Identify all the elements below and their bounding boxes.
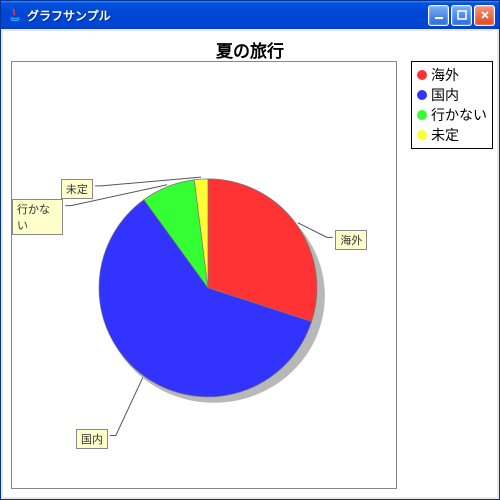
- circle-icon: [417, 110, 427, 120]
- legend-label: 未定: [431, 125, 459, 145]
- legend-item-notgoing: 行かない: [417, 105, 487, 125]
- maximize-button[interactable]: [451, 5, 472, 26]
- chart-title: 夏の旅行: [3, 31, 497, 64]
- chart-panel: 夏の旅行 海外国内行かない未定 海外 国内: [3, 31, 497, 497]
- legend-label: 国内: [431, 85, 459, 105]
- slice-callout: 海外: [335, 230, 367, 250]
- slice-callout: 国内: [76, 429, 108, 449]
- legend-item-undecided: 未定: [417, 125, 487, 145]
- window-title: グラフサンプル: [27, 7, 428, 24]
- circle-icon: [417, 90, 427, 100]
- legend: 海外 国内 行かない 未定: [411, 61, 493, 149]
- client-area: 夏の旅行 海外国内行かない未定 海外 国内: [1, 29, 499, 499]
- slice-callout: 未定: [61, 179, 93, 199]
- legend-item-overseas: 海外: [417, 65, 487, 85]
- titlebar[interactable]: グラフサンプル: [1, 1, 499, 29]
- circle-icon: [417, 70, 427, 80]
- java-icon: [7, 7, 23, 23]
- pie-chart: [12, 62, 396, 488]
- minimize-button[interactable]: [428, 5, 449, 26]
- circle-icon: [417, 130, 427, 140]
- legend-item-domestic: 国内: [417, 85, 487, 105]
- legend-label: 海外: [431, 65, 459, 85]
- plot-area: 海外国内 行かない未定: [11, 61, 397, 489]
- close-button[interactable]: [474, 5, 495, 26]
- window-buttons: [428, 5, 495, 26]
- slice-callout: 行かない: [12, 199, 63, 235]
- legend-label: 行かない: [431, 105, 487, 125]
- app-window: グラフサンプル 夏の旅行 海外国内行かない未定: [0, 0, 500, 500]
